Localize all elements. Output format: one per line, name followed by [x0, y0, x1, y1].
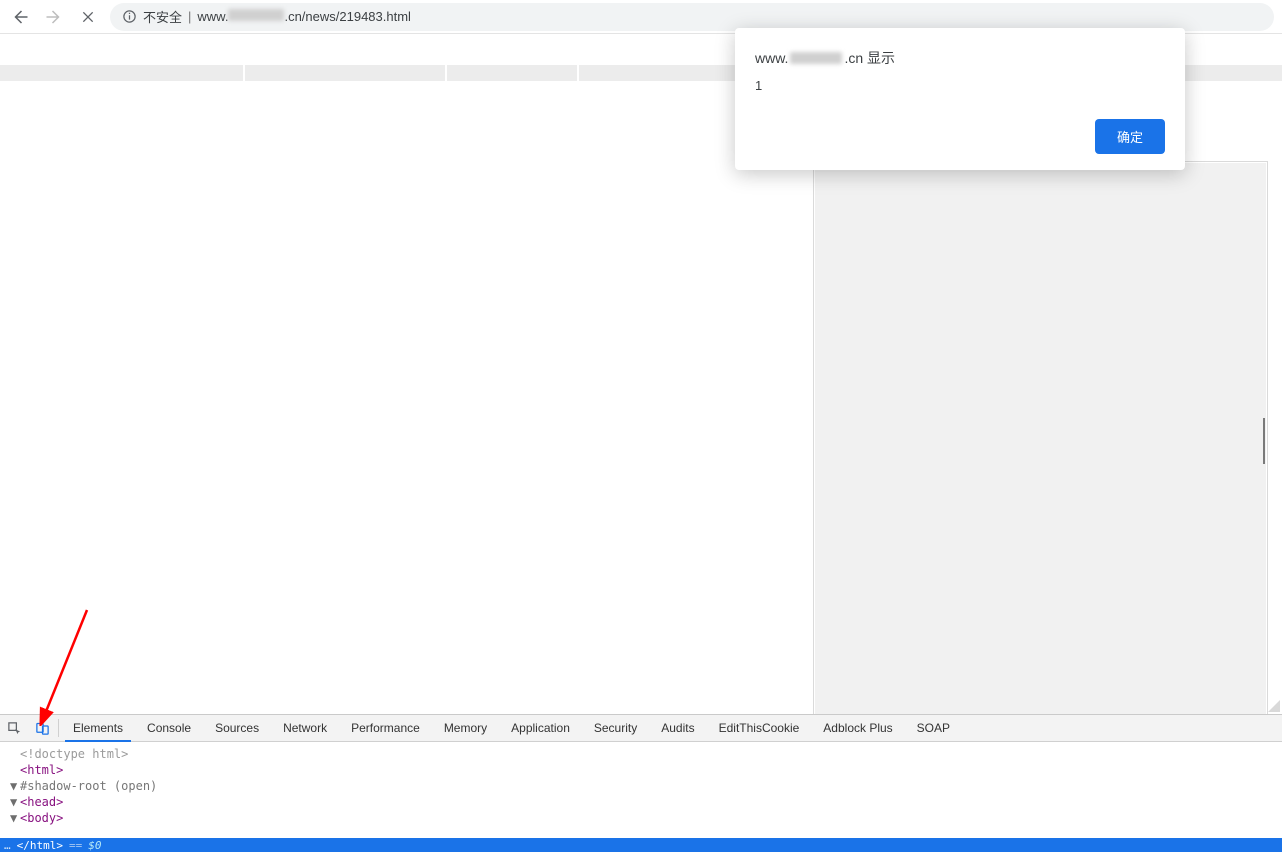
device-icon: [35, 721, 50, 736]
info-icon: [122, 9, 137, 24]
alert-message: 1: [755, 78, 1165, 93]
forward-button[interactable]: [42, 5, 66, 29]
devtools-tabbar: ElementsConsoleSourcesNetworkPerformance…: [0, 715, 1282, 742]
inspect-element-button[interactable]: [0, 715, 28, 741]
devtools-tab-security[interactable]: Security: [582, 715, 649, 741]
devtools-tab-elements[interactable]: Elements: [61, 715, 135, 741]
stop-button[interactable]: [76, 5, 100, 29]
resize-grip-icon[interactable]: [1266, 698, 1282, 714]
devtools-tab-performance[interactable]: Performance: [339, 715, 432, 741]
table-cell: [0, 65, 243, 81]
security-label: 不安全: [143, 7, 182, 26]
elements-line[interactable]: ▼#shadow-root (open): [10, 778, 1272, 794]
divider: [58, 719, 59, 737]
alert-ok-button[interactable]: 确定: [1095, 119, 1165, 154]
devtools-tab-adblock-plus[interactable]: Adblock Plus: [811, 715, 904, 741]
address-bar[interactable]: 不安全 | www..cn/news/219483.html: [110, 3, 1274, 31]
elements-line[interactable]: <html>: [10, 762, 1272, 778]
back-button[interactable]: [8, 5, 32, 29]
url-text: www..cn/news/219483.html: [197, 9, 411, 24]
elements-tree[interactable]: <!doctype html> <html>▼#shadow-root (ope…: [0, 742, 1282, 838]
devtools-tab-network[interactable]: Network: [271, 715, 339, 741]
resize-handle-vertical[interactable]: [1263, 418, 1269, 464]
devtools-tab-editthiscookie[interactable]: EditThisCookie: [707, 715, 812, 741]
devtools-tab-audits[interactable]: Audits: [649, 715, 706, 741]
devtools-tab-sources[interactable]: Sources: [203, 715, 271, 741]
elements-line[interactable]: ▼<head>: [10, 794, 1272, 810]
devtools-panel: ElementsConsoleSourcesNetworkPerformance…: [0, 714, 1282, 852]
device-toolbar-button[interactable]: [28, 715, 56, 741]
separator: |: [188, 9, 191, 24]
table-cell: [245, 65, 445, 81]
elements-line[interactable]: <!doctype html>: [10, 746, 1272, 762]
js-alert-dialog: www..cn 显示 1 确定: [735, 28, 1185, 170]
devtools-breadcrumb[interactable]: … </html> == $0: [0, 838, 1282, 852]
inspect-icon: [7, 721, 22, 736]
alert-origin: www..cn 显示: [755, 48, 1165, 68]
side-panel: [813, 161, 1268, 721]
arrow-left-icon: [11, 8, 29, 26]
devtools-tab-soap[interactable]: SOAP: [905, 715, 962, 741]
devtools-tab-console[interactable]: Console: [135, 715, 203, 741]
arrow-right-icon: [45, 8, 63, 26]
table-cell: [447, 65, 577, 81]
close-icon: [80, 9, 96, 25]
elements-line[interactable]: ▼<body>: [10, 810, 1272, 826]
devtools-tab-application[interactable]: Application: [499, 715, 582, 741]
devtools-tab-memory[interactable]: Memory: [432, 715, 499, 741]
